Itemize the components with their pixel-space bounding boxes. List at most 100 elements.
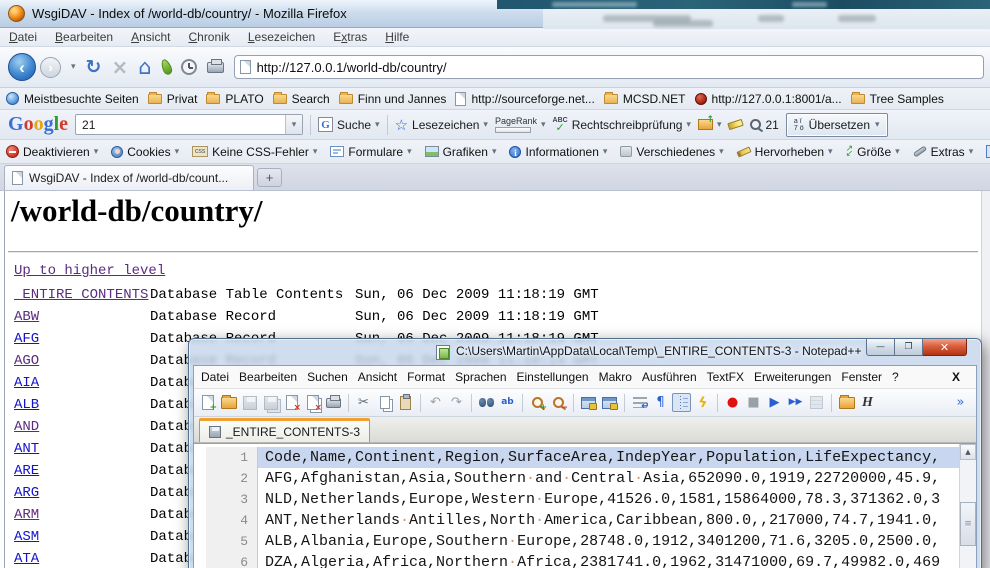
google-bookmarks-button[interactable]: ☆ Lesezeichen ▾ [395,116,488,134]
redo-icon[interactable]: ↷ [447,393,466,412]
entry-link-arm[interactable]: ARM [14,507,39,523]
bookmark-privat[interactable]: Privat [148,92,198,106]
scroll-up-icon[interactable]: ▲ [960,444,976,460]
new-file-icon[interactable]: + [198,393,217,412]
bookmark-http-127-0-0-1-8001-a[interactable]: http://127.0.0.1:8001/a... [695,92,842,106]
entry-link-arg[interactable]: ARG [14,485,39,501]
npp-menu-einstellungen[interactable]: Einstellungen [517,370,589,384]
npp-menu-erweiterungen[interactable]: Erweiterungen [754,370,831,384]
save-icon[interactable] [240,393,259,412]
print-icon[interactable] [207,62,224,73]
entry-link-ant[interactable]: ANT [14,441,39,457]
indent-guide-icon[interactable] [672,393,691,412]
npp-menu-textfx[interactable]: TextFX [707,370,744,384]
bookmark-http-sourceforge-net[interactable]: http://sourceforge.net... [455,92,594,106]
close-button[interactable]: ✕ [923,339,967,356]
npp-menu-makro[interactable]: Makro [599,370,632,384]
new-tab-button[interactable]: + [257,168,282,187]
devtool-formulare[interactable]: Formulare▾ [330,145,411,159]
npp-menu-suchen[interactable]: Suchen [307,370,348,384]
editor-area[interactable]: 1Code,Name,Continent,Region,SurfaceArea,… [194,443,976,568]
copy-icon[interactable] [375,393,394,412]
npp-menu-fenster[interactable]: Fenster [841,370,882,384]
menu-lesezeichen[interactable]: Lesezeichen [248,30,315,44]
macro-record-icon[interactable]: ● [723,393,742,412]
entry-link-afg[interactable]: AFG [14,331,39,347]
feed-leaf-icon[interactable] [159,58,173,76]
bookmark-meistbesuchte-seiten[interactable]: Meistbesuchte Seiten [6,92,139,106]
zoom-in-icon[interactable]: + [528,393,547,412]
devtool-hervorheben[interactable]: Hervorheben▾ [737,145,833,159]
npp-menu-datei[interactable]: Datei [201,370,229,384]
tab-wsgidav[interactable]: WsgiDAV - Index of /world-db/count... [4,165,254,190]
notepadpp-titlebar[interactable]: C:\Users\Martin\AppData\Local\Temp\_ENTI… [189,339,981,365]
entry-link-ata[interactable]: ATA [14,551,39,567]
entry-link-entire-contents[interactable]: _ENTIRE_CONTENTS [14,287,148,303]
macro-stop-icon[interactable]: ■ [744,393,763,412]
find-icon[interactable] [477,393,496,412]
macro-run-multi-icon[interactable]: ▶▶ [786,393,805,412]
menu-extras[interactable]: Extras [333,30,367,44]
google-search-button[interactable]: G Suche ▾ [318,117,380,132]
highlighter-icon[interactable] [728,119,744,130]
document-tab[interactable]: _ENTIRE_CONTENTS-3 [199,418,370,442]
word-wrap-icon[interactable] [630,393,649,412]
npp-menu-ausf-hren[interactable]: Ausführen [642,370,697,384]
entry-link-asm[interactable]: ASM [14,529,39,545]
cut-icon[interactable]: ✂ [354,393,373,412]
devtool-keine-css-fehler[interactable]: cssKeine CSS-Fehler▾ [192,145,317,159]
bookmark-search[interactable]: Search [273,92,330,106]
npp-menu-close[interactable]: X [952,370,960,384]
function-list-icon[interactable]: ϟ [693,393,712,412]
back-history-dropdown-icon[interactable]: ▾ [71,62,76,72]
undo-icon[interactable]: ↶ [426,393,445,412]
html-tidy-icon[interactable]: H [858,393,877,412]
bookmark-mcsd-net[interactable]: MCSD.NET [604,92,686,106]
print-icon[interactable] [324,393,343,412]
devtool-extras[interactable]: Extras▾ [913,145,974,159]
npp-menu-sprachen[interactable]: Sprachen [455,370,506,384]
spellcheck-button[interactable]: ABC ✓ Rechtschreibprüfung ▾ [553,117,691,133]
macro-play-icon[interactable]: ▶ [765,393,784,412]
sync-vertical-icon[interactable] [579,393,598,412]
url-bar[interactable]: http://127.0.0.1/world-db/country/ [234,55,984,79]
editor-scrollbar[interactable]: ▲ ≡ [959,444,976,568]
paste-icon[interactable] [396,393,415,412]
menu-ansicht[interactable]: Ansicht [131,30,170,44]
up-to-higher-level-link[interactable]: Up to higher level [14,263,165,279]
find-counter[interactable]: 21 [750,118,778,132]
maximize-button[interactable]: ❐ [895,339,923,356]
minimize-button[interactable]: — [866,339,895,356]
devtool-cookies[interactable]: Cookies▾ [111,145,179,159]
bookmark-tree-samples[interactable]: Tree Samples [851,92,944,106]
menu-datei[interactable]: Datei [9,30,37,44]
entry-link-abw[interactable]: ABW [14,309,39,325]
entry-link-aia[interactable]: AIA [14,375,39,391]
devtool-gr-e[interactable]: ↗↙Größe▾ [846,145,900,159]
show-symbols-icon[interactable]: ¶ [651,393,670,412]
menu-bearbeiten[interactable]: Bearbeiten [55,30,113,44]
menu-chronik[interactable]: Chronik [188,30,229,44]
pagerank-button[interactable]: PageRank ▾ [495,117,546,133]
entry-link-and[interactable]: AND [14,419,39,435]
npp-menu-bearbeiten[interactable]: Bearbeiten [239,370,297,384]
close-file-icon[interactable]: × [282,393,301,412]
reload-icon[interactable]: ↻ [86,58,102,77]
devtool-deaktivieren[interactable]: Deaktivieren▾ [6,145,98,159]
open-file-icon[interactable] [219,393,238,412]
bookmark-finn-und-jannes[interactable]: Finn und Jannes [339,92,447,106]
page-scrollbar[interactable] [981,191,990,568]
devtool-informationen[interactable]: iInformationen▾ [509,145,607,159]
entry-link-ago[interactable]: AGO [14,353,39,369]
close-all-icon[interactable]: × [303,393,322,412]
translate-button[interactable]: aï7ö Übersetzen ▾ [786,113,888,137]
save-all-icon[interactable] [261,393,280,412]
entry-link-alb[interactable]: ALB [14,397,39,413]
entry-link-are[interactable]: ARE [14,463,39,479]
devtool-verschiedenes[interactable]: Verschiedenes▾ [620,145,723,159]
back-button[interactable]: ‹ [8,53,36,81]
npp-menu-[interactable]: ? [892,370,899,384]
bookmark-plato[interactable]: PLATO [206,92,263,106]
menu-hilfe[interactable]: Hilfe [385,30,409,44]
forward-button[interactable]: › [40,57,61,78]
